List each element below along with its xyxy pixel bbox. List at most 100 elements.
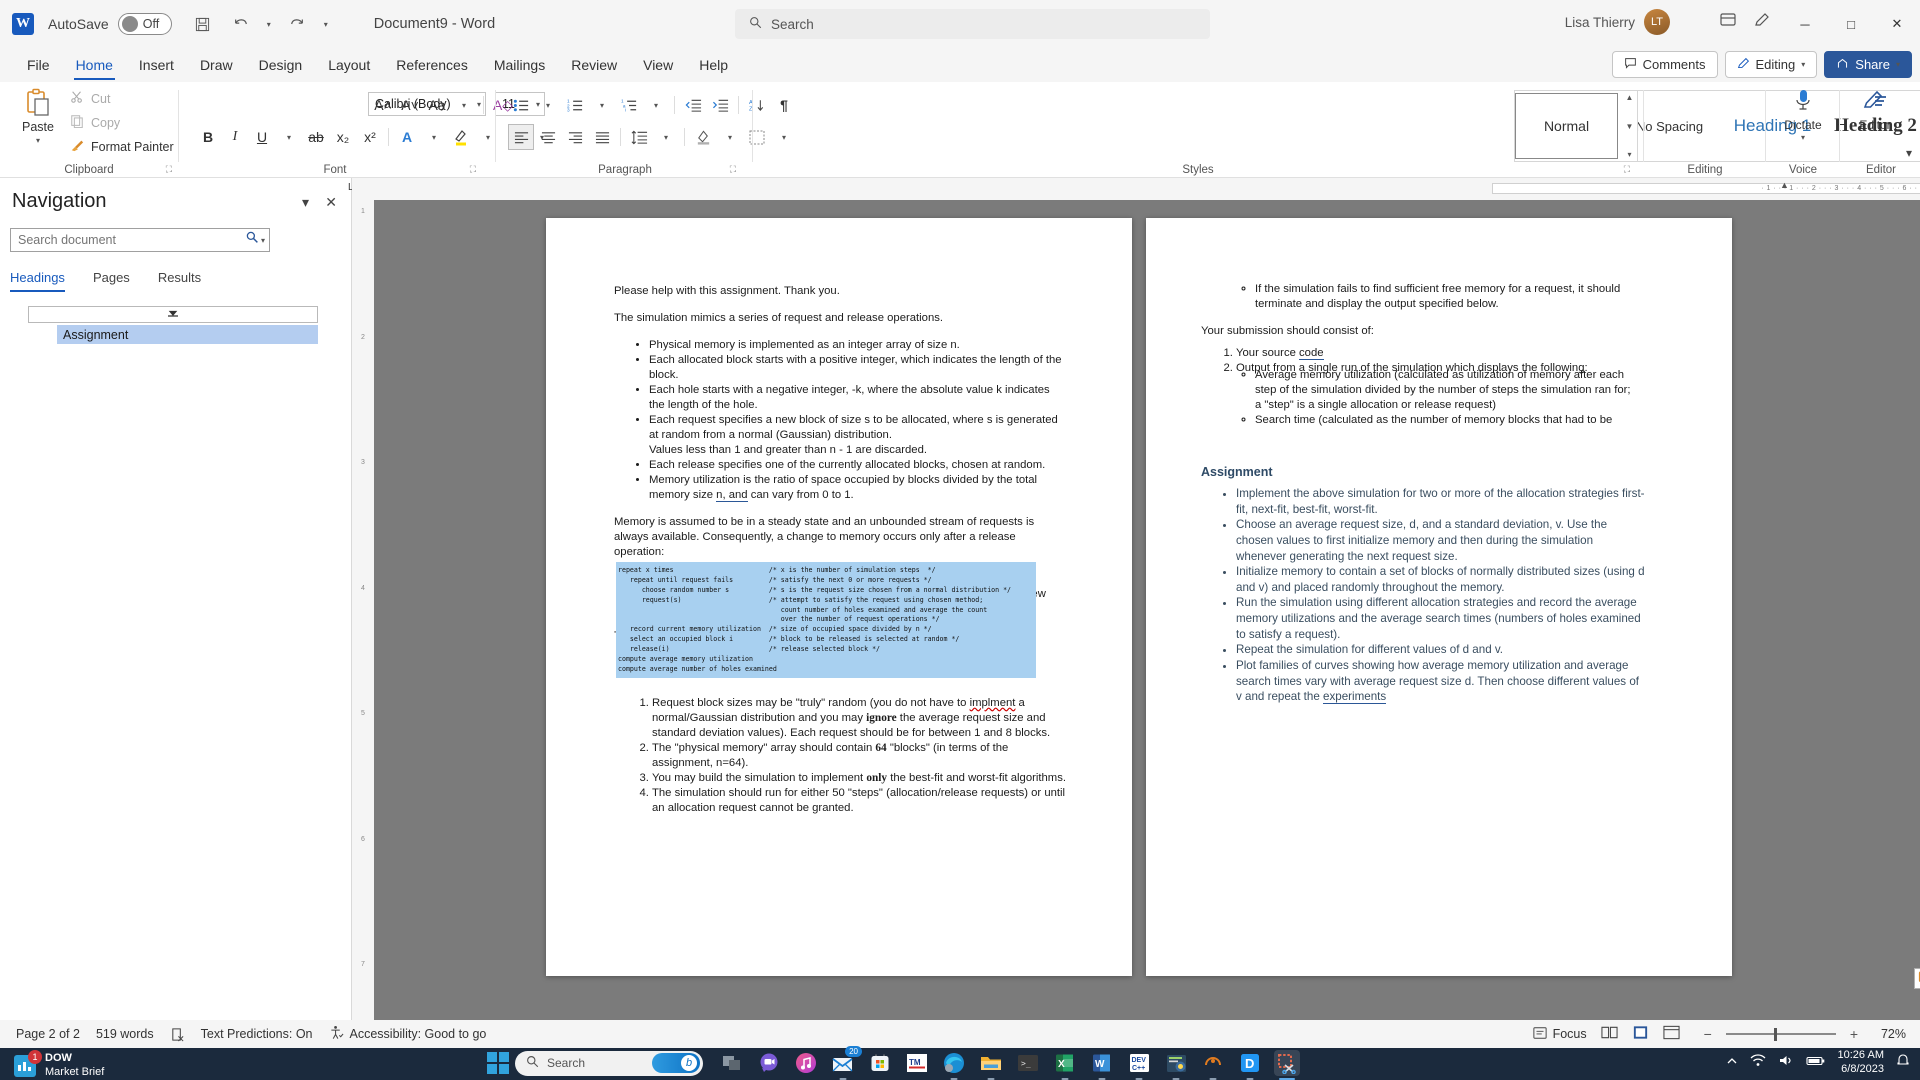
tab-file[interactable]: File — [14, 50, 63, 80]
copy-button[interactable]: Copy — [70, 114, 174, 131]
chevron-down-icon[interactable]: ▾ — [535, 92, 561, 118]
redo-icon[interactable] — [280, 7, 314, 41]
edge-icon[interactable] — [941, 1050, 967, 1080]
taskbar-search-box[interactable]: Search b — [515, 1050, 703, 1076]
excel-icon[interactable]: X — [1052, 1050, 1078, 1080]
pseudocode-block[interactable]: repeat x times /* x is the number of sim… — [616, 562, 1036, 678]
tab-insert[interactable]: Insert — [126, 50, 187, 80]
justify-icon[interactable] — [589, 124, 615, 150]
focus-mode-button[interactable]: Focus — [1532, 1026, 1587, 1043]
superscript-button[interactable]: x² — [357, 124, 383, 150]
devcpp-icon[interactable]: DEV C++ — [1126, 1050, 1152, 1080]
sun-icon[interactable] — [1200, 1050, 1226, 1080]
italic-button[interactable]: I — [222, 124, 248, 150]
wifi-icon[interactable] — [1750, 1054, 1766, 1072]
nav-tab-pages[interactable]: Pages — [93, 270, 130, 292]
snipping-tool-icon[interactable] — [1274, 1050, 1300, 1080]
tab-design[interactable]: Design — [246, 50, 316, 80]
style-normal[interactable]: Normal — [1515, 93, 1618, 159]
paragraph-dialog-launcher[interactable]: ⛶ — [730, 164, 736, 175]
share-button[interactable]: Share ▾ — [1824, 51, 1912, 78]
zoom-out-button[interactable]: − — [1704, 1026, 1712, 1042]
clipboard-dialog-launcher[interactable]: ⛶ — [166, 164, 172, 175]
save-icon[interactable] — [186, 7, 220, 41]
task-view-icon[interactable] — [719, 1050, 745, 1076]
chevron-down-icon[interactable]: ▾ — [276, 124, 302, 150]
notification-icon[interactable] — [1896, 1053, 1910, 1072]
bing-chat-icon[interactable]: b — [652, 1053, 700, 1073]
battery-icon[interactable] — [1805, 1054, 1826, 1072]
chevron-down-icon[interactable]: ▾ — [717, 124, 743, 150]
highlight-icon[interactable] — [448, 124, 474, 150]
search-document-input[interactable] — [18, 233, 218, 247]
word-count[interactable]: 519 words — [96, 1027, 154, 1041]
navigation-collapse-icon[interactable]: ▾ — [302, 194, 309, 211]
text-predictions-status[interactable]: Text Predictions: On — [201, 1027, 313, 1041]
d-app-icon[interactable]: D — [1237, 1050, 1263, 1080]
navigation-search-box[interactable]: ▾ — [10, 228, 270, 252]
multilevel-list-icon[interactable]: 1ai — [616, 92, 642, 118]
collapse-ribbon-icon[interactable]: ▾ — [1906, 146, 1912, 160]
tab-view[interactable]: View — [630, 50, 686, 80]
chevron-down-icon[interactable]: ▾ — [451, 92, 477, 118]
document-page-1[interactable]: Please help with this assignment. Thank … — [546, 218, 1132, 976]
tab-home[interactable]: Home — [63, 50, 126, 80]
cut-button[interactable]: Cut — [70, 90, 174, 107]
mail-icon[interactable]: 20 — [830, 1046, 862, 1080]
accessibility-status[interactable]: Accessibility: Good to go — [329, 1025, 486, 1043]
close-button[interactable]: ✕ — [1874, 0, 1920, 48]
tab-references[interactable]: References — [383, 50, 481, 80]
file-explorer-icon[interactable] — [978, 1050, 1004, 1080]
maximize-button[interactable]: □ — [1828, 0, 1874, 48]
tab-review[interactable]: Review — [558, 50, 630, 80]
clock[interactable]: 10:26 AM 6/8/2023 — [1838, 1049, 1884, 1077]
styles-dialog-launcher[interactable]: ⛶ — [1624, 164, 1630, 175]
subscript-button[interactable]: x₂ — [330, 124, 356, 150]
styles-gallery-scroll[interactable]: ▲ ▼ ▾ — [1622, 90, 1638, 162]
undo-dropdown-icon[interactable]: ▾ — [262, 7, 276, 41]
proofing-errors-icon[interactable] — [170, 1027, 185, 1042]
search-icon[interactable] — [246, 231, 259, 249]
scroll-up-icon[interactable]: ▲ — [1626, 93, 1634, 102]
change-case-button[interactable]: Aa — [424, 92, 450, 118]
word-icon[interactable]: W — [1089, 1050, 1115, 1080]
navigation-close-icon[interactable]: ✕ — [325, 194, 337, 211]
teams-chat-icon[interactable] — [756, 1050, 782, 1076]
align-left-icon[interactable] — [508, 124, 534, 150]
font-dialog-launcher[interactable]: ⛶ — [470, 164, 476, 175]
tab-draw[interactable]: Draw — [187, 50, 246, 80]
chevron-down-icon[interactable]: ▾ — [475, 124, 501, 150]
read-mode-icon[interactable] — [1601, 1025, 1618, 1043]
decrease-indent-icon[interactable] — [680, 92, 706, 118]
format-painter-button[interactable]: Format Painter — [70, 138, 174, 155]
underline-button[interactable]: U — [249, 124, 275, 150]
tab-help[interactable]: Help — [686, 50, 741, 80]
document-canvas[interactable]: Please help with this assignment. Thank … — [374, 200, 1920, 1020]
shrink-font-button[interactable]: A˅ — [397, 92, 423, 118]
align-center-icon[interactable] — [535, 124, 561, 150]
scroll-down-icon[interactable]: ▼ — [1626, 122, 1634, 131]
comments-button[interactable]: Comments — [1611, 51, 1718, 78]
customize-quick-access-icon[interactable]: ▾ — [318, 7, 334, 41]
nav-heading-assignment[interactable]: Assignment — [57, 325, 318, 344]
tab-mailings[interactable]: Mailings — [481, 50, 558, 80]
minimize-button[interactable]: ─ — [1782, 0, 1828, 48]
paste-options-button[interactable]: (Ctrl) ▾ — [1914, 968, 1920, 989]
editing-mode-button[interactable]: Editing ▾ — [1724, 51, 1818, 78]
zoom-in-button[interactable]: + — [1850, 1026, 1858, 1042]
chevron-down-icon[interactable]: ▾ — [36, 136, 40, 145]
chevron-down-icon[interactable]: ▾ — [653, 124, 679, 150]
strikethrough-button[interactable]: ab — [303, 124, 329, 150]
bullets-icon[interactable] — [508, 92, 534, 118]
chevron-down-icon[interactable]: ▾ — [261, 236, 265, 245]
autosave-toggle[interactable]: Off — [117, 13, 172, 35]
windows-start-icon[interactable] — [487, 1052, 509, 1074]
numbering-icon[interactable]: 123 — [562, 92, 588, 118]
itunes-icon[interactable] — [793, 1050, 819, 1076]
user-account[interactable]: Lisa Thierry LT — [1565, 9, 1670, 35]
web-layout-icon[interactable] — [1663, 1025, 1680, 1043]
news-weather-widget[interactable]: 1 DOW Market Brief — [14, 1049, 104, 1080]
line-spacing-icon[interactable] — [626, 124, 652, 150]
tab-layout[interactable]: Layout — [315, 50, 383, 80]
ruler-scale[interactable]: · 1 · · · 1 · · · 2 · · · 3 · · · 4 · · … — [1492, 183, 1920, 194]
